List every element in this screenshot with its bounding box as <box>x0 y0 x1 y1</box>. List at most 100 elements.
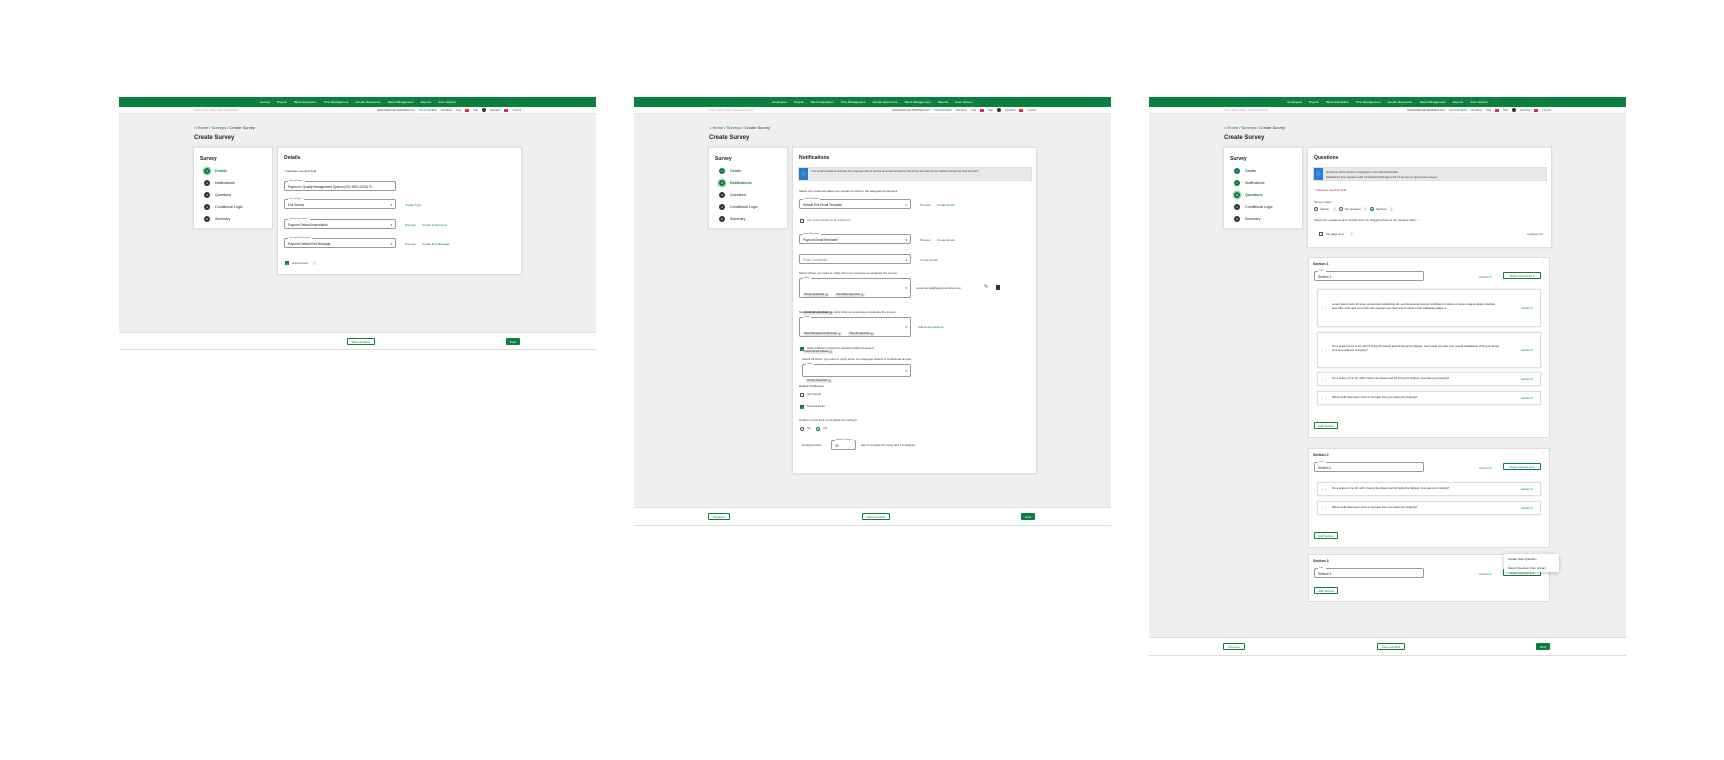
save-exit-button[interactable]: Save and Exit <box>1377 643 1405 650</box>
days-input[interactable]: Number of days * 30 <box>831 439 856 450</box>
new-menu[interactable]: New Menu <box>956 109 967 112</box>
remove-icon[interactable]: ✕ <box>861 293 864 297</box>
breadcrumb-surveys[interactable]: Surveys <box>727 125 741 130</box>
breadcrumb-home[interactable]: Home <box>713 125 724 130</box>
preview-link[interactable]: Preview <box>405 242 416 246</box>
per-question-radio[interactable] <box>1339 207 1343 211</box>
notify-assigned-field[interactable]: Notify Primary Supervisor ✕ Secondary Sup… <box>799 277 911 315</box>
nav-item[interactable]: User Options <box>955 100 973 104</box>
notification-icon[interactable] <box>504 108 509 112</box>
breadcrumb-surveys[interactable]: Surveys <box>212 125 226 130</box>
drag-handle-icon[interactable]: ⋮⋮ <box>1321 396 1327 400</box>
nav-item[interactable]: Time Management <box>1356 100 1381 104</box>
nav-item[interactable]: Talent Acquisition <box>1325 100 1348 104</box>
exit-message-select[interactable]: Survey Exit Message * Paycom Default Exi… <box>284 237 396 248</box>
user-name[interactable]: Quendres <box>1005 109 1016 112</box>
step-summary[interactable]: 5 Summary <box>1234 216 1260 222</box>
step-summary[interactable]: 5 Summary <box>204 216 230 222</box>
nav-item[interactable]: Payroll <box>794 100 803 104</box>
notify-conditional-field[interactable]: Notify Primary Supervisor ✕ ▾ <box>802 363 911 383</box>
question-actions[interactable]: Actions ▾ <box>1521 377 1533 381</box>
survey-type-select[interactable]: Survey Type * Exit Survey ▾ <box>284 198 396 209</box>
nav-item[interactable]: Journey <box>259 100 270 104</box>
breadcrumb-home[interactable]: Home <box>198 125 209 130</box>
remove-icon[interactable]: ✕ <box>829 350 832 354</box>
question-row[interactable]: ⋮⋮ What could have been done to increase… <box>1317 501 1541 515</box>
nav-item[interactable]: Time Management <box>841 100 866 104</box>
add-section-button[interactable]: Add Section <box>1314 587 1338 594</box>
preview-link[interactable]: Preview <box>920 238 931 242</box>
step-questions[interactable]: 3 Questions <box>1234 192 1263 198</box>
avatar[interactable] <box>996 108 1001 112</box>
create-exit-message-link[interactable]: Create Exit Message <box>422 242 450 246</box>
logout-link[interactable]: Log Out <box>1542 109 1551 112</box>
anonymous-checkbox[interactable] <box>285 261 289 266</box>
nav-item[interactable]: Talent Acquisition <box>810 100 833 104</box>
drag-handle-icon[interactable]: ⋮⋮ <box>1321 506 1327 510</box>
help-icon[interactable]: ⓘ <box>1350 232 1353 236</box>
remove-icon[interactable]: ✕ <box>828 379 831 383</box>
drag-handle-icon[interactable]: ⋮⋮ <box>1321 348 1327 352</box>
notification-icon[interactable] <box>1534 108 1539 112</box>
edit-link[interactable]: FOLIO ACCESS <box>419 109 437 112</box>
select-questions-button[interactable]: Select Questions ▾ <box>1503 272 1541 279</box>
nav-item[interactable]: Human Resources <box>1387 100 1412 104</box>
save-exit-button[interactable]: Save and Exit <box>347 338 375 345</box>
help-link[interactable]: Help <box>971 109 976 112</box>
drag-handle-icon[interactable]: ⋮⋮ <box>1321 306 1327 310</box>
help-icon[interactable]: ⓘ <box>1364 207 1367 211</box>
survey-name-field[interactable]: Survey Name * Paycom's Quality Managemen… <box>284 180 396 191</box>
previous-button[interactable]: Previous <box>1223 643 1245 650</box>
nav-item[interactable]: Employees <box>1287 100 1302 104</box>
section-title-input[interactable]: Title * Section 2 <box>1314 461 1424 472</box>
question-actions[interactable]: Actions ▾ <box>1521 487 1533 491</box>
logout-link[interactable]: Log Out <box>512 109 521 112</box>
drag-handle-icon[interactable]: ⋮⋮ <box>1321 377 1327 381</box>
menu-item-select-from-library[interactable]: Select Question from Library <box>1504 563 1559 572</box>
email-completion-select[interactable]: Email Completion ▾ <box>799 254 911 264</box>
help-link[interactable]: Help <box>1486 109 1491 112</box>
step-conditional-logic[interactable]: 4 Conditional Logic <box>719 204 758 210</box>
edit-icon[interactable]: ✎ <box>984 284 988 290</box>
question-actions[interactable]: Actions ▾ <box>1521 348 1533 352</box>
nav-item[interactable]: Payroll <box>277 100 286 104</box>
add-email-address-link[interactable]: Add Email Address <box>918 325 943 329</box>
breadcrumb-home[interactable]: Home <box>1228 125 1239 130</box>
next-button[interactable]: Next <box>1021 513 1035 520</box>
nav-item[interactable]: Reports <box>421 100 432 104</box>
email-reminder-select[interactable]: Email Reminder Paycom Email Reminder ▾ <box>799 233 911 244</box>
help-icon[interactable]: ⓘ <box>313 261 316 265</box>
email-template-select[interactable]: Email Template Default Exit Email Templa… <box>799 198 911 209</box>
section-actions[interactable]: Actions ▾ <box>1479 275 1491 279</box>
question-actions[interactable]: Actions ▾ <box>1521 306 1533 310</box>
nav-item[interactable]: Talent Management <box>904 100 930 104</box>
question-row[interactable]: ⋮⋮ Lorem ipsum dolor sit amet, consectet… <box>1317 289 1541 327</box>
logout-link[interactable]: Log Out <box>1027 109 1036 112</box>
add-section-button[interactable]: Add Section <box>1314 532 1338 539</box>
nav-item[interactable]: Human Resources <box>355 100 380 104</box>
question-row[interactable]: ⋮⋮ On a scale from 0 to 10, with 0 being… <box>1317 332 1541 368</box>
create-instructions-link[interactable]: Create Instructions <box>422 223 447 227</box>
step-summary[interactable]: 5 Summary <box>719 216 745 222</box>
notify-completes-field[interactable]: Notify Talent Management Supervisor ✕ Tim… <box>799 316 911 354</box>
question-row[interactable]: ⋮⋮ On a scale of 1 to 10, with 1 being t… <box>1317 482 1541 496</box>
nav-item[interactable]: Reports <box>1453 100 1464 104</box>
question-row[interactable]: ⋮⋮ What could have been done to increase… <box>1317 391 1541 405</box>
question-row[interactable]: ⋮⋮ On a scale of 1 to 10, with 1 being t… <box>1317 372 1541 386</box>
preview-link[interactable]: Preview <box>405 223 416 227</box>
menu-item-create-new-question[interactable]: Create New Question <box>1504 554 1559 563</box>
breadcrumb-surveys[interactable]: Surveys <box>1242 125 1256 130</box>
nav-item[interactable]: Talent Management <box>1419 100 1445 104</box>
step-conditional-logic[interactable]: 4 Conditional Logic <box>204 204 243 210</box>
nav-item[interactable]: Talent Management <box>387 100 413 104</box>
yes-radio[interactable] <box>816 427 820 431</box>
help-text[interactable]: Help <box>1503 109 1508 112</box>
nav-item[interactable]: Reports <box>938 100 949 104</box>
next-button[interactable]: Next <box>1536 643 1550 650</box>
user-name[interactable]: Quendres <box>490 109 501 112</box>
previous-button[interactable]: Previous <box>708 513 730 520</box>
create-type-link[interactable]: Create Type <box>405 203 421 207</box>
new-menu[interactable]: New Menu <box>1471 109 1482 112</box>
step-notifications[interactable]: 2 Notifications <box>204 180 235 186</box>
personal-email-checkbox[interactable] <box>800 405 804 410</box>
